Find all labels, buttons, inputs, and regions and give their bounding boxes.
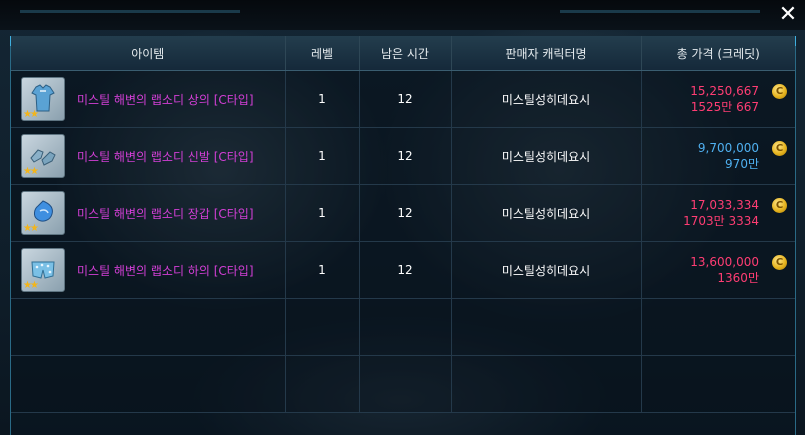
time-left-cell: 12 [359,184,452,242]
price-cell: 17,033,334 1703만 3334 C [641,184,795,242]
bottom-clothing-icon: ★★ [21,248,65,292]
column-header-time-left[interactable]: 남은 시간 [359,36,452,71]
close-button[interactable]: ✕ [775,2,801,28]
item-name[interactable]: 미스틸 해변의 랩소디 하의 [C타입] [77,262,254,279]
frame-accent-left [20,10,240,13]
price-cell: 9,700,000 970만 C [641,127,795,185]
level-cell: 1 [285,70,360,128]
price-value: 17,033,334 [690,198,759,212]
price-value-short: 1360만 [717,271,759,285]
item-cell: ★★ 미스틸 해변의 랩소디 신발 [C타입] [11,127,286,185]
auction-table: 아이템 레벨 남은 시간 판매자 캐릭터명 총 가격 (크레딧) ★★ 미스틸 … [11,36,795,413]
column-header-level[interactable]: 레벨 [285,36,360,71]
price-value: 15,250,667 [690,84,759,98]
seller-cell: 미스틸성히데요시 [451,70,642,128]
top-clothing-icon: ★★ [21,77,65,121]
table-header-row: 아이템 레벨 남은 시간 판매자 캐릭터명 총 가격 (크레딧) [11,36,795,71]
empty-row [11,355,795,413]
item-cell: ★★ 미스틸 해변의 랩소디 하의 [C타입] [11,241,286,299]
table-row[interactable]: ★★ 미스틸 해변의 랩소디 신발 [C타입] 1 12 미스틸성히데요시 9,… [11,127,795,185]
seller-cell: 미스틸성히데요시 [451,184,642,242]
credit-coin-icon: C [772,84,787,99]
shoes-icon: ★★ [21,134,65,178]
level-cell: 1 [285,184,360,242]
price-cell: 13,600,000 1360만 C [641,241,795,299]
column-header-total-price[interactable]: 총 가격 (크레딧) [641,36,795,71]
credit-coin-icon: C [772,255,787,270]
column-header-seller[interactable]: 판매자 캐릭터명 [451,36,642,71]
empty-row [11,298,795,356]
price-value: 13,600,000 [690,255,759,269]
time-left-cell: 12 [359,127,452,185]
table-row[interactable]: ★★ 미스틸 해변의 랩소디 상의 [C타입] 1 12 미스틸성히데요시 15… [11,70,795,128]
price-cell: 15,250,667 1525만 667 C [641,70,795,128]
table-row[interactable]: ★★ 미스틸 해변의 랩소디 장갑 [C타입] 1 12 미스틸성히데요시 17… [11,184,795,242]
price-value: 9,700,000 [697,141,759,155]
frame-accent-right [560,10,760,13]
price-value-short: 1525만 667 [690,100,759,114]
auction-list-panel: 아이템 레벨 남은 시간 판매자 캐릭터명 총 가격 (크레딧) ★★ 미스틸 … [10,36,796,435]
credit-coin-icon: C [772,198,787,213]
grade-stars: ★★ [23,166,39,177]
item-cell: ★★ 미스틸 해변의 랩소디 장갑 [C타입] [11,184,286,242]
window-top-frame: ✕ [0,0,805,30]
level-cell: 1 [285,241,360,299]
table-row[interactable]: ★★ 미스틸 해변의 랩소디 하의 [C타입] 1 12 미스틸성히데요시 13… [11,241,795,299]
credit-coin-icon: C [772,141,787,156]
item-name[interactable]: 미스틸 해변의 랩소디 신발 [C타입] [77,148,254,165]
grade-stars: ★★ [23,109,39,120]
time-left-cell: 12 [359,241,452,299]
grade-stars: ★★ [23,223,39,234]
time-left-cell: 12 [359,70,452,128]
item-cell: ★★ 미스틸 해변의 랩소디 상의 [C타입] [11,70,286,128]
item-name[interactable]: 미스틸 해변의 랩소디 장갑 [C타입] [77,205,254,222]
level-cell: 1 [285,127,360,185]
item-name[interactable]: 미스틸 해변의 랩소디 상의 [C타입] [77,91,254,108]
price-value-short: 1703만 3334 [683,214,759,228]
gloves-icon: ★★ [21,191,65,235]
price-value-short: 970만 [725,157,759,171]
grade-stars: ★★ [23,280,39,291]
column-header-item[interactable]: 아이템 [11,36,286,71]
seller-cell: 미스틸성히데요시 [451,127,642,185]
seller-cell: 미스틸성히데요시 [451,241,642,299]
